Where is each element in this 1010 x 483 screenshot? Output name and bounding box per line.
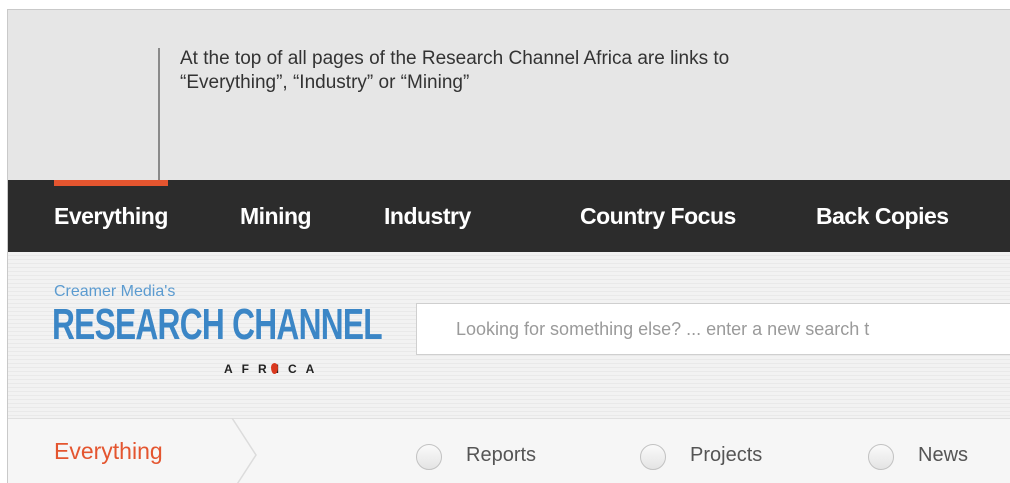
callout-line	[158, 48, 160, 181]
logo-title[interactable]: RESEARCH CHANNEL	[52, 300, 383, 350]
nav-item-everything[interactable]: Everything	[54, 180, 168, 252]
nav-item-mining[interactable]: Mining	[240, 180, 312, 252]
screenshot-frame: At the top of all pages of the Research …	[7, 9, 1010, 483]
nav-item-back-copies[interactable]: Back Copies	[816, 180, 949, 252]
annotation-line-1: At the top of all pages of the Research …	[180, 48, 730, 69]
annotation-line-2: “Everything”, “Industry” or “Mining”	[180, 72, 470, 93]
radio-label-news: News	[918, 444, 969, 466]
radio-label-projects: Projects	[690, 444, 763, 466]
top-navigation-bar: Everything Mining Industry Country Focus…	[8, 180, 1010, 252]
filter-tab-everything[interactable]: Everything	[54, 438, 163, 465]
chevron-right-icon	[231, 418, 257, 483]
nav-item-country-focus[interactable]: Country Focus	[580, 180, 736, 252]
search-input[interactable]	[416, 303, 1010, 355]
radio-circle-icon[interactable]	[640, 444, 666, 470]
radio-label-reports: Reports	[466, 444, 537, 466]
radio-circle-icon[interactable]	[868, 444, 894, 470]
logo-subtitle: Creamer Media's	[54, 283, 176, 300]
radio-circle-icon[interactable]	[416, 444, 442, 470]
nav-item-industry[interactable]: Industry	[384, 180, 471, 252]
annotation-text: At the top of all pages of the Research …	[180, 47, 940, 95]
